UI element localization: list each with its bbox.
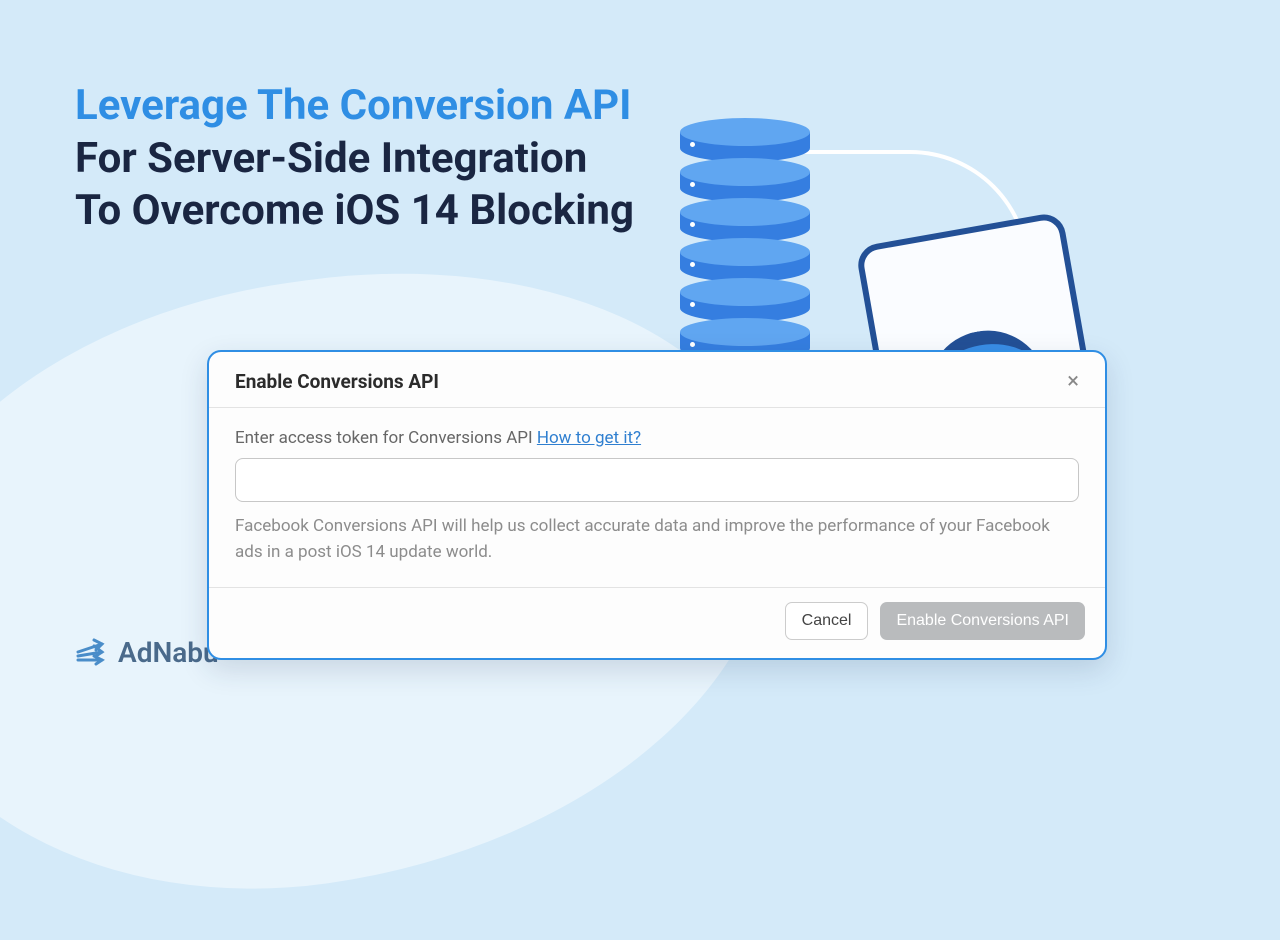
dialog-title: Enable Conversions API: [235, 370, 439, 393]
headline-rest: For Server-Side Integration To Overcome …: [75, 134, 634, 236]
how-to-get-it-link[interactable]: How to get it?: [537, 428, 641, 448]
brand-mark-icon: [72, 634, 108, 670]
brand-name: AdNabu: [118, 636, 219, 669]
brand-logo: AdNabu: [72, 634, 219, 670]
enable-conversions-button[interactable]: Enable Conversions API: [880, 602, 1085, 640]
dialog-header: Enable Conversions API ×: [209, 352, 1105, 407]
headline: Leverage The Conversion API For Server-S…: [75, 80, 635, 238]
database-illustration: [680, 118, 810, 358]
cancel-button[interactable]: Cancel: [785, 602, 869, 640]
access-token-input[interactable]: [235, 458, 1079, 502]
prompt-line: Enter access token for Conversions API H…: [235, 428, 1079, 448]
prompt-label: Enter access token for Conversions API: [235, 428, 537, 448]
dialog-body: Enter access token for Conversions API H…: [209, 408, 1105, 587]
enable-conversions-dialog: Enable Conversions API × Enter access to…: [207, 350, 1107, 660]
headline-accent: Leverage The Conversion API: [75, 81, 631, 130]
close-icon[interactable]: ×: [1067, 371, 1079, 393]
dialog-footer: Cancel Enable Conversions API: [209, 588, 1105, 658]
help-text: Facebook Conversions API will help us co…: [235, 514, 1079, 565]
